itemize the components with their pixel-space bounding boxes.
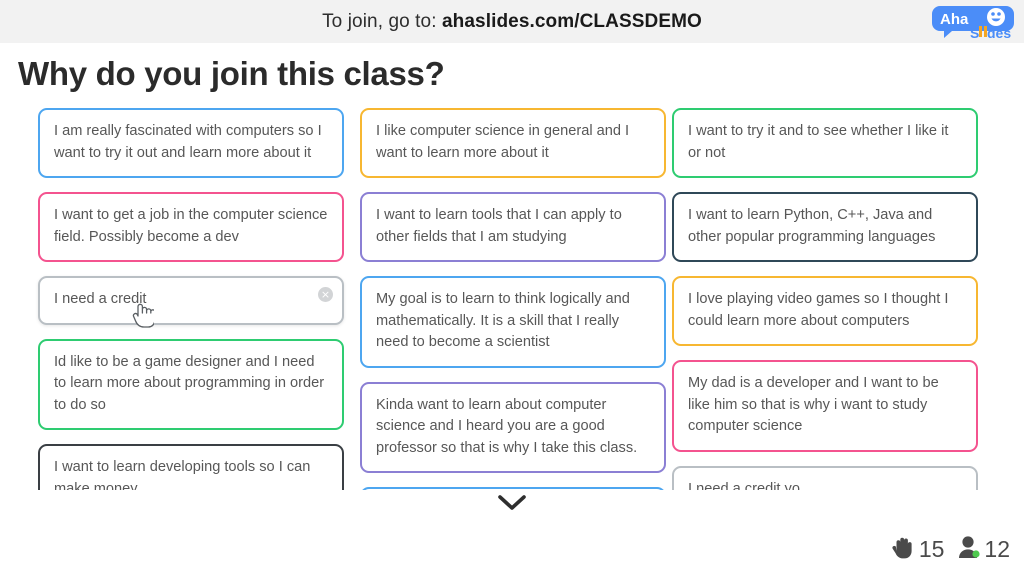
response-card[interactable]: I am really fascinated with computers so… xyxy=(38,108,344,178)
response-text: I love playing video games so I thought … xyxy=(688,291,949,329)
response-card[interactable]: My goal is to learn to think logically a… xyxy=(360,276,666,368)
response-text: I want to learn developing tools so I ca… xyxy=(54,459,311,490)
responses-column-2: I like computer science in general and I… xyxy=(360,108,666,490)
response-card[interactable]: Id like to be a game designer and I need… xyxy=(38,338,344,430)
response-card[interactable]: I want to get a job in the computer scie… xyxy=(38,192,344,262)
page-title: Why do you join this class? xyxy=(18,55,445,92)
participants-counter: 12 xyxy=(957,534,1010,565)
response-text: I need a credit yo xyxy=(688,480,800,491)
raised-hand-icon xyxy=(890,534,916,565)
ahaslides-logo: Aha S des xyxy=(930,4,1016,41)
participants-count: 12 xyxy=(984,536,1010,562)
join-instruction: To join, go to: ahaslides.com/CLASSDEMO xyxy=(322,11,702,33)
responses-column-3: I want to try it and to see whether I li… xyxy=(672,108,978,490)
response-text: I want to learn tools that I can apply t… xyxy=(376,207,622,245)
response-text: My dad is a developer and I want to be l… xyxy=(688,375,939,434)
responses-board: I am really fascinated with computers so… xyxy=(0,108,1024,490)
response-text: My goal is to learn to think logically a… xyxy=(376,291,630,350)
response-card[interactable]: Kinda want to learn about computer scien… xyxy=(360,381,666,473)
response-text: I am really fascinated with computers so… xyxy=(54,123,322,161)
svg-text:Aha: Aha xyxy=(940,11,969,28)
response-text: I want to get a job in the computer scie… xyxy=(54,207,328,245)
raised-hands-counter: 15 xyxy=(890,534,945,565)
response-text: I need a credit xyxy=(54,291,147,307)
response-card[interactable]: I want to learn Python, C++, Java and ot… xyxy=(672,192,978,262)
response-text: I want to learn Python, C++, Java and ot… xyxy=(688,207,936,245)
response-text: I like computer science in general and I… xyxy=(376,123,630,161)
response-card[interactable]: I like computer science in general and I… xyxy=(360,108,666,178)
join-prefix: To join, go to: xyxy=(322,10,442,32)
response-card[interactable]: I love playing video games so I thought … xyxy=(672,276,978,346)
response-text: Id like to be a game designer and I need… xyxy=(54,353,325,413)
svg-text:des: des xyxy=(987,25,1011,40)
footer-counters: 15 12 xyxy=(890,534,1010,565)
response-card[interactable]: I want to learn tools that I can apply t… xyxy=(360,192,666,262)
response-text: I want to try it and to see whether I li… xyxy=(688,123,949,161)
response-card-hovered[interactable]: I need a credit × xyxy=(38,276,344,325)
raised-hands-count: 15 xyxy=(918,536,945,562)
person-icon xyxy=(957,534,981,565)
response-text: Kinda want to learn about computer scien… xyxy=(376,396,638,456)
response-card[interactable]: I want to learn developing tools so I ca… xyxy=(38,444,344,490)
response-card[interactable]: My dad is a developer and I want to be l… xyxy=(672,360,978,452)
response-card[interactable]: I want to try it and to see whether I li… xyxy=(672,108,978,178)
join-banner: To join, go to: ahaslides.com/CLASSDEMO xyxy=(0,0,1024,43)
response-card[interactable]: I need a credit yo xyxy=(672,465,978,491)
close-icon[interactable]: × xyxy=(318,287,333,302)
chevron-down-icon[interactable] xyxy=(494,492,530,514)
svg-text:S: S xyxy=(970,25,979,40)
responses-column-1: I am really fascinated with computers so… xyxy=(38,108,344,490)
response-card-partial[interactable] xyxy=(360,487,666,490)
join-url: ahaslides.com/CLASSDEMO xyxy=(441,10,702,32)
